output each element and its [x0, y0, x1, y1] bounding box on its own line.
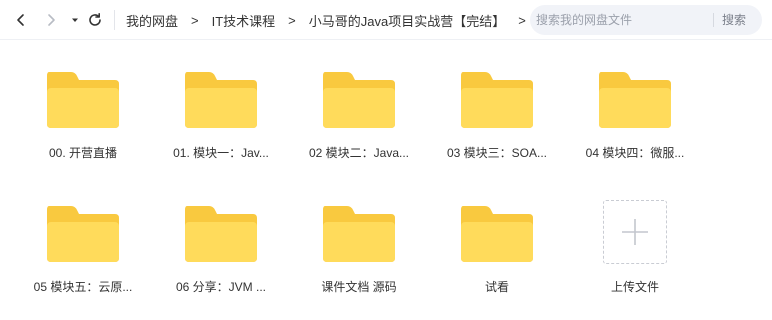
refresh-icon [89, 12, 101, 26]
folder-name: 04 模块四：微服... [585, 146, 685, 160]
breadcrumb-item-it-courses[interactable]: IT技术课程 [212, 11, 276, 30]
folder-icon [47, 206, 119, 262]
folder-item[interactable]: 03 模块三：SOA... [437, 40, 557, 170]
folder-item[interactable]: 00. 开营直播 [23, 40, 143, 170]
folder-name: 05 模块五：云原... [33, 280, 133, 294]
chevron-left-icon [17, 14, 24, 26]
breadcrumb-separator: > [191, 12, 199, 28]
folder-item[interactable]: 06 分享：JVM ... [161, 174, 281, 304]
breadcrumb-item-my-drive[interactable]: 我的网盘 [126, 11, 178, 30]
search-divider [713, 13, 714, 27]
upload-file-label: 上传文件 [610, 280, 659, 294]
folder-item[interactable]: 05 模块五：云原... [23, 174, 143, 304]
folder-icon [599, 72, 671, 128]
chevron-right-icon [48, 14, 55, 26]
breadcrumb-separator: > [518, 12, 526, 28]
folder-name: 课件文档 源码 [321, 280, 397, 294]
folder-icon [185, 72, 257, 128]
upload-file-button[interactable] [603, 200, 667, 264]
folder-icon [461, 206, 533, 262]
folder-icon [323, 72, 395, 128]
folder-item[interactable]: 试看 [437, 174, 557, 304]
folder-name: 00. 开营直播 [48, 146, 118, 160]
folder-name: 02 模块二：Java... [308, 146, 410, 160]
toolbar-divider [114, 10, 115, 30]
folder-icon [461, 72, 533, 128]
folder-icon [47, 72, 119, 128]
search-box: 搜索 [530, 5, 762, 35]
breadcrumb: 我的网盘 > IT技术课程 > 小马哥的Java项目实战营【完结】 > [126, 0, 539, 40]
toolbar: 我的网盘 > IT技术课程 > 小马哥的Java项目实战营【完结】 > 搜索 [0, 0, 772, 40]
search-input[interactable] [536, 5, 708, 35]
folder-icon [323, 206, 395, 262]
search-button[interactable]: 搜索 [722, 5, 746, 35]
folder-item[interactable]: 04 模块四：微服... [575, 40, 695, 170]
breadcrumb-item-current-folder[interactable]: 小马哥的Java项目实战营【完结】 [309, 11, 505, 30]
folder-item[interactable]: 02 模块二：Java... [299, 40, 419, 170]
file-grid: 00. 开营直播 01. 模块一：Jav... 02 模块二：Java... 0… [0, 40, 772, 320]
upload-file-item[interactable]: 上传文件 [575, 174, 695, 304]
refresh-button[interactable] [83, 8, 107, 32]
plus-icon [622, 219, 648, 245]
folder-name: 03 模块三：SOA... [446, 146, 548, 160]
back-button[interactable] [9, 8, 33, 32]
folder-item[interactable]: 课件文档 源码 [299, 174, 419, 304]
folder-name: 01. 模块一：Jav... [173, 146, 269, 160]
folder-item[interactable]: 01. 模块一：Jav... [161, 40, 281, 170]
forward-button[interactable] [39, 8, 63, 32]
folder-name: 06 分享：JVM ... [175, 280, 267, 294]
caret-down-icon [72, 18, 78, 22]
folder-name: 试看 [484, 280, 509, 294]
breadcrumb-separator: > [288, 12, 296, 28]
folder-icon [185, 206, 257, 262]
